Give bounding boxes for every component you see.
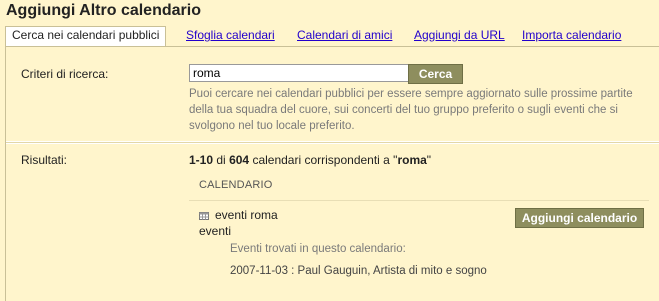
- calendar-name[interactable]: eventi roma: [215, 208, 278, 222]
- tab-search-public[interactable]: Cerca nei calendari pubblici: [5, 26, 167, 48]
- search-panel: Criteri di ricerca: roma Cerca Puoi cerc…: [5, 46, 659, 301]
- add-calendar-button[interactable]: Aggiungi calendario: [515, 208, 644, 228]
- search-criteria-label: Criteri di ricerca:: [21, 67, 109, 81]
- search-help-text: Puoi cercare nei calendari pubblici per …: [189, 88, 633, 132]
- events-found-label: Eventi trovati in questo calendario:: [230, 243, 406, 255]
- results-range: 1-10: [189, 153, 214, 167]
- results-query: roma: [397, 153, 427, 167]
- results-label: Risultati:: [21, 153, 68, 167]
- tab-browse-calendars[interactable]: Sfoglia calendari: [186, 27, 275, 46]
- tab-add-by-url-link[interactable]: Aggiungi da URL: [414, 28, 505, 42]
- results-of: di: [216, 153, 226, 167]
- column-divider: [189, 200, 649, 201]
- tab-add-by-url[interactable]: Aggiungi da URL: [414, 27, 505, 46]
- results-total: 604: [229, 153, 250, 167]
- tab-friends-calendars-link[interactable]: Calendari di amici: [297, 28, 392, 42]
- dialog-title: Aggiungi Altro calendario: [6, 2, 201, 19]
- search-criteria-section: Criteri di ricerca: roma Cerca Puoi cerc…: [6, 47, 659, 141]
- results-text: calendari corrispondenti a ": [252, 153, 398, 167]
- results-count: 1-10 di 604 calendari corrispondenti a "…: [189, 153, 431, 167]
- tab-friends-calendars[interactable]: Calendari di amici: [297, 27, 392, 46]
- event-entry: 2007-11-03 : Paul Gauguin, Artista di mi…: [230, 265, 487, 277]
- results-text-end: ": [426, 153, 432, 167]
- search-input[interactable]: roma: [189, 64, 411, 82]
- tab-import-calendar-link[interactable]: Importa calendario: [522, 28, 621, 42]
- results-section: Risultati: 1-10 di 604 calendari corrisp…: [6, 144, 659, 301]
- tab-bar: Cerca nei calendari pubblici Sfoglia cal…: [0, 24, 659, 48]
- calendar-column-header: CALENDARIO: [199, 179, 273, 191]
- result-item: eventi roma eventi Aggiungi calendario E…: [189, 204, 649, 301]
- calendar-description: eventi: [199, 224, 232, 238]
- tab-browse-calendars-link[interactable]: Sfoglia calendari: [186, 28, 275, 42]
- tab-import-calendar[interactable]: Importa calendario: [522, 27, 621, 46]
- search-button[interactable]: Cerca: [408, 64, 463, 84]
- section-divider: [6, 142, 659, 143]
- calendar-icon: [199, 212, 209, 220]
